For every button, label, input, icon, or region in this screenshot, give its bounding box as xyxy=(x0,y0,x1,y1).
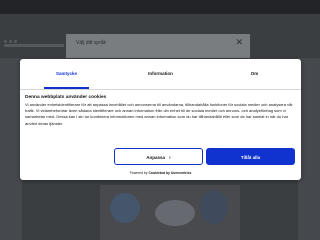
cookie-consent-dialog: Samtycke Information Om Denna webbplats … xyxy=(20,59,301,180)
background-heading xyxy=(4,44,64,47)
powered-by: Powered by Cookiebot by Usercentrics xyxy=(20,171,301,175)
background-strip-right xyxy=(298,58,320,240)
background-image xyxy=(100,185,240,240)
language-modal: Välj ditt språk ✕ xyxy=(66,34,250,58)
customize-button[interactable]: Anpassa › xyxy=(114,148,203,165)
active-tab-indicator xyxy=(44,87,89,89)
cookie-description: Vi använder enhetsidentifierare för att … xyxy=(25,102,293,126)
powered-by-prefix: Powered by xyxy=(129,171,148,175)
cookie-tabs: Samtycke Information Om xyxy=(20,59,301,90)
tab-about[interactable]: Om xyxy=(208,59,301,89)
top-bar xyxy=(0,0,320,14)
language-modal-title: Välj ditt språk xyxy=(76,40,107,46)
cookie-heading: Denna webbplats använder cookies xyxy=(25,95,107,100)
tab-information[interactable]: Information xyxy=(114,59,207,89)
customize-button-label: Anpassa xyxy=(146,155,166,160)
allow-all-button[interactable]: Tillåt alla xyxy=(206,148,295,165)
powered-by-brand[interactable]: Cookiebot by Usercentrics xyxy=(148,171,191,175)
chevron-right-icon: › xyxy=(169,155,171,161)
background-strip-left xyxy=(0,58,22,240)
tab-consent[interactable]: Samtycke xyxy=(20,59,113,89)
header-icons xyxy=(4,30,20,43)
close-icon[interactable]: ✕ xyxy=(235,37,243,47)
